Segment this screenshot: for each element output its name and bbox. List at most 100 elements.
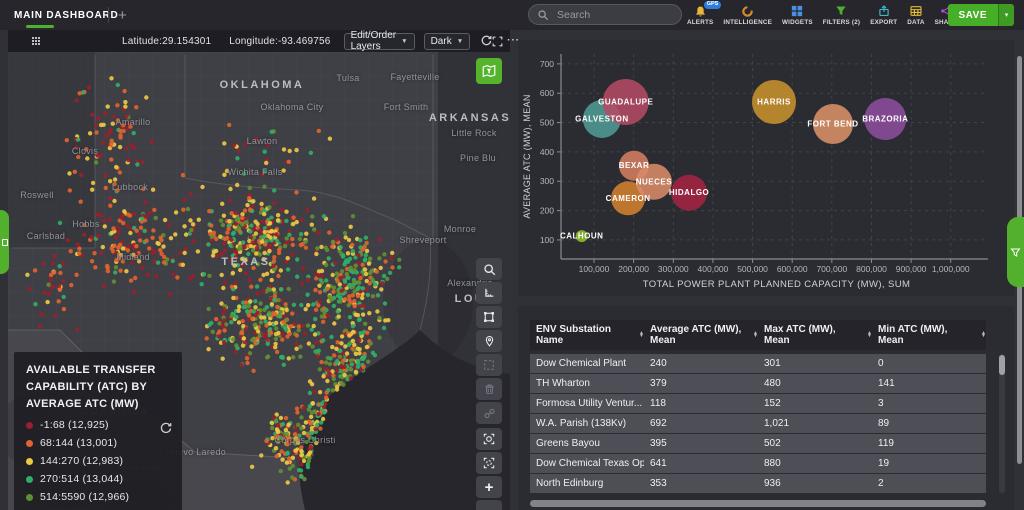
map-legend: AVAILABLE TRANSFER CAPABILITY (ATC) BY A… [14, 352, 182, 510]
svg-text:800,000: 800,000 [856, 264, 887, 274]
table-vertical-scrollbar-thumb[interactable] [999, 355, 1005, 375]
nav-widgets-button[interactable]: WIDGETS [777, 0, 818, 30]
svg-text:100,000: 100,000 [579, 264, 610, 274]
legend-item-label: 270:514 (13,044) [40, 473, 124, 486]
map-zoom-search-button[interactable] [476, 258, 502, 280]
legend-item-label: 144:270 (12,983) [40, 455, 124, 468]
save-label[interactable]: SAVE [947, 4, 998, 26]
bell-icon: GPS [694, 1, 722, 18]
svg-text:600: 600 [540, 88, 554, 98]
sort-icon[interactable]: ▲ ▼ [981, 330, 986, 338]
map-locate-button[interactable] [476, 452, 502, 474]
svg-text:200: 200 [540, 206, 554, 216]
table-row[interactable]: TH Wharton 379 480 141 [530, 374, 986, 393]
table-row[interactable]: Greens Bayou 395 502 119 [530, 434, 986, 453]
column-header-label: Min ATC (MW), Mean [878, 324, 948, 346]
map-zoom-out-button[interactable]: − [476, 500, 502, 510]
svg-text:CALHOUN: CALHOUN [560, 232, 604, 241]
svg-text:100: 100 [540, 235, 554, 245]
nav-alerts-button[interactable]: GPS ALERTS [682, 0, 722, 30]
layers-side-tab[interactable] [0, 210, 9, 274]
table-cell: 480 [764, 377, 781, 389]
map-refresh-icon[interactable] [480, 34, 492, 48]
table-cell: 379 [650, 377, 667, 389]
map-layers-filter-button[interactable] [476, 58, 502, 84]
table-cell: 19 [878, 457, 890, 469]
svg-text:300,000: 300,000 [658, 264, 689, 274]
map-draw-polygon-button[interactable] [476, 306, 502, 328]
table-row[interactable]: Formosa Utility Ventur... 118 152 3 [530, 394, 986, 413]
map-select-region-button[interactable] [476, 354, 502, 376]
legend-item-270:514[interactable]: 270:514 (13,044) [26, 473, 170, 485]
nav-intelligence-button[interactable]: INTELLIGENCE [718, 0, 777, 30]
legend-color-dot [26, 421, 33, 429]
table-cell: North Edinburg [536, 477, 604, 489]
search-box[interactable] [528, 4, 682, 25]
table-vertical-scrollbar[interactable] [999, 354, 1005, 493]
legend-item-144:270[interactable]: 144:270 (12,983) [26, 455, 170, 467]
add-tab-button[interactable]: + [118, 0, 127, 30]
legend-refresh-icon[interactable] [159, 422, 172, 440]
save-dropdown-caret[interactable]: ▾ [998, 4, 1014, 26]
filters-side-tab[interactable] [1007, 217, 1024, 287]
topbar-actions: GPS ALERTS INTELLIGENCE WIDGETS FILTERS (2) E… [682, 0, 963, 30]
table-cell: Dow Chemical Texas Ope... [536, 457, 644, 469]
table-row[interactable]: Dow Chemical Texas Ope... 641 880 19 [530, 454, 986, 473]
search-icon [483, 263, 495, 275]
map-fullscreen-icon[interactable] [492, 34, 503, 48]
legend-item-514:5590[interactable]: 514:5590 (12,966) [26, 491, 170, 503]
column-header-label: Average ATC (MW), Mean [650, 324, 742, 346]
map-delete-shape-button[interactable] [476, 378, 502, 400]
table-cell: Dow Chemical Plant [536, 357, 627, 369]
link-icon [483, 408, 495, 418]
map-link-selection-button[interactable] [476, 402, 502, 424]
nav-export-button[interactable]: EXPORT [865, 0, 902, 30]
nav-filters-button[interactable]: FILTERS (2) [818, 0, 865, 30]
table-cell: W.A. Parish (138Kv) [536, 417, 627, 429]
map-measure-button[interactable] [476, 282, 502, 304]
svg-text:400: 400 [540, 147, 554, 157]
table-icon [910, 4, 922, 18]
table-cell: 2 [878, 477, 884, 489]
column-header[interactable]: Max ATC (MW), Mean ▲ ▼ [758, 324, 872, 346]
map-widget-panel: Latitude:29.154301 Longitude:-93.469756 … [8, 30, 519, 510]
target-icon [483, 433, 495, 445]
map-drop-pin-button[interactable] [476, 330, 502, 352]
map-recenter-button[interactable] [476, 428, 502, 450]
export-icon [878, 4, 890, 18]
column-header[interactable]: ENV Substation Name ▲ ▼ [530, 324, 644, 346]
legend-color-dot [26, 475, 33, 483]
table-cell: 880 [764, 457, 781, 469]
widget-drag-handle-icon[interactable] [32, 37, 40, 45]
edit-order-layers-button[interactable]: Edit/Order Layers ▼ [343, 30, 415, 52]
table-row[interactable]: North Edinburg 353 936 2 [530, 474, 986, 493]
nav-data-button[interactable]: DATA [902, 0, 929, 30]
funnel-icon [835, 4, 847, 18]
map-theme-select[interactable]: Dark ▼ [423, 32, 471, 50]
table-cell: 502 [764, 437, 781, 449]
svg-text:500: 500 [540, 118, 554, 128]
ruler-icon [485, 288, 494, 297]
column-header[interactable]: Min ATC (MW), Mean ▲ ▼ [872, 324, 986, 346]
legend-item--1:68[interactable]: -1:68 (12,925) [26, 419, 170, 431]
svg-text:900,000: 900,000 [896, 264, 927, 274]
map-canvas[interactable]: OKLAHOMA Tulsa Fayetteville Oklahoma City Fo… [8, 52, 510, 510]
map-zoom-in-button[interactable]: + [476, 476, 502, 498]
table-horizontal-scrollbar[interactable] [530, 500, 986, 507]
table-row[interactable]: Dow Chemical Plant 240 301 0 [530, 354, 986, 373]
table-header-row: ENV Substation Name ▲ ▼ Average ATC (MW), M… [530, 320, 986, 350]
svg-text:BEXAR: BEXAR [619, 161, 650, 170]
column-header-label: ENV Substation Name [536, 324, 612, 346]
save-button[interactable]: SAVE ▾ [947, 4, 1014, 26]
column-header[interactable]: Average ATC (MW), Mean ▲ ▼ [644, 324, 758, 346]
column-header-label: Max ATC (MW), Mean [764, 324, 836, 346]
legend-item-label: 68:144 (13,001) [40, 437, 118, 450]
table-body: Dow Chemical Plant 240 301 0 TH Wharton 379 48… [530, 354, 986, 494]
table-row[interactable]: W.A. Parish (138Kv) 692 1,021 89 [530, 414, 986, 433]
legend-item-68:144[interactable]: 68:144 (13,001) [26, 437, 170, 449]
bubble-chart[interactable]: 100 200 300 400 500 600 700 100,000 200,000 300,0… [518, 40, 1014, 296]
svg-text:NUECES: NUECES [636, 177, 673, 186]
table-cell: 3 [878, 397, 884, 409]
table-cell: 353 [650, 477, 667, 489]
search-input[interactable] [555, 7, 673, 22]
